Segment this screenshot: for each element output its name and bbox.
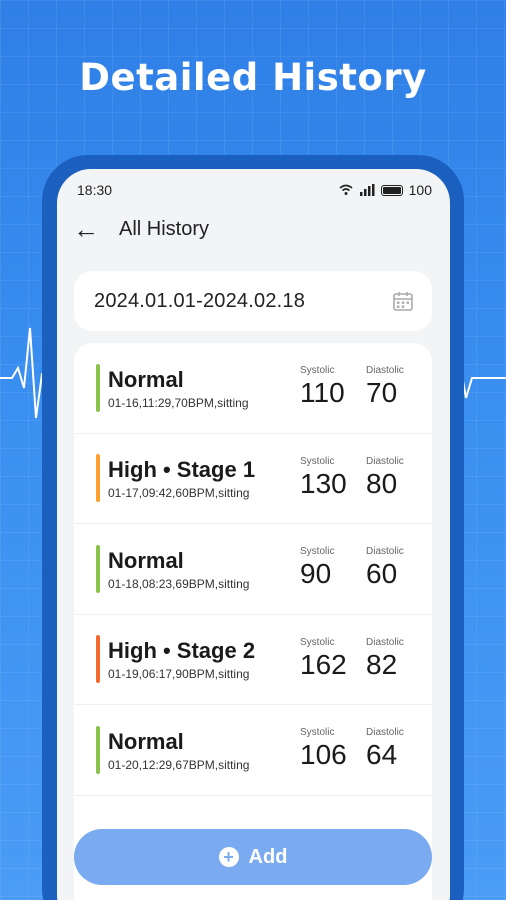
app-bar: ← All History — [57, 211, 450, 247]
history-row[interactable]: Normal 01-20,12:29,67BPM,sitting Systoli… — [74, 705, 432, 796]
status-indicator — [96, 454, 100, 503]
record-meta: 01-18,08:23,69BPM,sitting — [108, 576, 250, 591]
status-label: Normal — [108, 547, 184, 573]
add-button[interactable]: + Add — [74, 829, 432, 885]
systolic-value: 162 — [300, 648, 347, 680]
status-indicator — [96, 725, 100, 774]
diastolic-label: Diastolic — [366, 546, 404, 558]
systolic-value: 130 — [300, 467, 347, 499]
systolic-value: 110 — [300, 377, 345, 409]
calendar-icon[interactable] — [392, 290, 414, 312]
date-range-text: 2024.01.01-2024.02.18 — [94, 289, 306, 312]
back-arrow-icon[interactable]: ← — [73, 216, 113, 242]
diastolic-value: 64 — [366, 739, 398, 771]
battery-icon — [380, 184, 403, 196]
add-button-label: Add — [248, 845, 288, 868]
battery-level: 100 — [408, 182, 432, 198]
record-meta: 01-16,11:29,70BPM,sitting — [108, 395, 249, 410]
systolic-label: Systolic — [300, 636, 335, 648]
status-indicator — [96, 635, 100, 684]
status-label: High • Stage 2 — [108, 638, 256, 664]
status-time: 18:30 — [77, 182, 113, 198]
record-meta: 01-17,09:42,60BPM,sitting — [108, 486, 250, 501]
record-meta: 01-20,12:29,67BPM,sitting — [108, 757, 250, 772]
systolic-label: Systolic — [300, 727, 335, 739]
wifi-icon — [339, 184, 353, 195]
phone-screen: 18:30 100 ← All History 2024.01.01-2024.… — [57, 169, 450, 900]
plus-circle-icon: + — [218, 847, 239, 867]
signal-icon — [359, 184, 375, 196]
diastolic-value: 80 — [366, 467, 398, 499]
diastolic-label: Diastolic — [366, 455, 404, 467]
history-row[interactable]: Normal 01-18,08:23,69BPM,sitting Systoli… — [74, 524, 432, 615]
systolic-label: Systolic — [300, 546, 335, 558]
status-icons: 100 — [339, 182, 432, 198]
diastolic-label: Diastolic — [366, 727, 404, 739]
record-meta: 01-19,06:17,90BPM,sitting — [108, 667, 250, 682]
diastolic-value: 70 — [366, 377, 398, 409]
status-indicator — [96, 544, 100, 593]
diastolic-label: Diastolic — [366, 365, 404, 377]
systolic-value: 106 — [300, 739, 347, 771]
promo-headline: Detailed History — [79, 56, 427, 99]
status-label: High • Stage 1 — [108, 457, 256, 483]
status-bar: 18:30 100 — [57, 169, 450, 211]
systolic-label: Systolic — [300, 455, 335, 467]
status-label: Normal — [108, 728, 184, 754]
history-list: Normal 01-16,11:29,70BPM,sitting Systoli… — [74, 343, 432, 900]
systolic-value: 90 — [300, 558, 332, 590]
page-title: All History — [119, 217, 210, 240]
history-row[interactable]: High • Stage 1 01-17,09:42,60BPM,sitting… — [74, 434, 432, 524]
status-indicator — [96, 363, 100, 412]
diastolic-value: 60 — [366, 558, 398, 590]
systolic-label: Systolic — [300, 365, 335, 377]
date-range-picker[interactable]: 2024.01.01-2024.02.18 — [74, 271, 432, 331]
history-row[interactable]: Normal 01-16,11:29,70BPM,sitting Systoli… — [74, 343, 432, 434]
diastolic-label: Diastolic — [366, 636, 404, 648]
diastolic-value: 82 — [366, 648, 398, 680]
status-label: Normal — [108, 366, 184, 392]
history-row[interactable]: High • Stage 2 01-19,06:17,90BPM,sitting… — [74, 615, 432, 705]
